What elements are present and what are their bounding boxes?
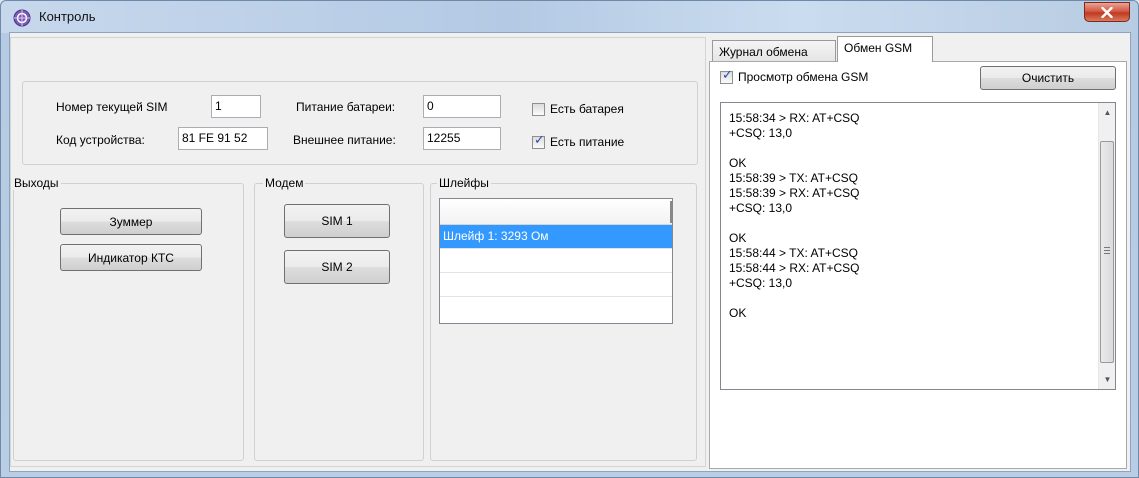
list-item[interactable] <box>440 249 672 273</box>
tab-exchange-log[interactable]: Журнал обмена <box>712 40 836 62</box>
vertical-scrollbar[interactable]: ▲ ▼ <box>1098 103 1115 389</box>
loops-legend: Шлейфы <box>437 176 491 190</box>
outputs-legend: Выходы <box>12 176 61 190</box>
device-code-field[interactable]: 81 FE 91 52 <box>178 127 268 150</box>
view-gsm-label: Просмотр обмена GSM <box>738 70 869 84</box>
sim-label: Номер текущей SIM <box>56 100 168 114</box>
list-item[interactable]: Шлейф 1: 3293 Ом <box>440 225 672 249</box>
panic-indicator-button[interactable]: Индикатор КТС <box>60 244 202 271</box>
gsm-tab-panel: Просмотр обмена GSM Очистить 15:58:34 > … <box>709 61 1127 469</box>
has-battery-label: Есть батарея <box>550 102 624 116</box>
device-code-label: Код устройства: <box>56 133 145 147</box>
gsm-log-textarea[interactable]: 15:58:34 > RX: AT+CSQ +CSQ: 13,0 OK 15:5… <box>720 102 1116 390</box>
external-power-field[interactable]: 12255 <box>423 127 501 150</box>
list-item[interactable] <box>440 273 672 297</box>
battery-power-field[interactable]: 0 <box>423 95 501 118</box>
client-area: Номер текущей SIM 1 Код устройства: 81 F… <box>9 32 1131 472</box>
view-gsm-checkbox[interactable]: Просмотр обмена GSM <box>720 68 869 84</box>
scroll-up-icon[interactable]: ▲ <box>1099 104 1116 121</box>
loops-list[interactable]: Шлейф 1: 3293 Ом <box>439 198 673 324</box>
clear-button[interactable]: Очистить <box>980 66 1116 90</box>
modem-legend: Модем <box>263 176 306 190</box>
app-window: Контроль Номер текущей SIM 1 Код устройс… <box>0 0 1139 478</box>
sim2-button[interactable]: SIM 2 <box>284 250 390 284</box>
scroll-thumb[interactable] <box>1100 141 1114 363</box>
close-button[interactable] <box>1084 2 1130 22</box>
sim-field[interactable]: 1 <box>211 95 261 118</box>
battery-power-label: Питание батареи: <box>296 100 396 114</box>
window-title: Контроль <box>39 9 96 24</box>
close-icon <box>1101 6 1113 18</box>
buzzer-button[interactable]: Зуммер <box>60 208 202 235</box>
title-bar[interactable]: Контроль <box>1 1 1138 33</box>
list-header[interactable] <box>440 199 672 225</box>
grip-icon <box>1104 247 1110 254</box>
checkbox-checked-icon <box>532 133 545 149</box>
checkbox-icon <box>532 102 545 116</box>
status-group <box>22 81 698 165</box>
has-battery-checkbox[interactable]: Есть батарея <box>532 102 624 116</box>
has-power-checkbox[interactable]: Есть питание <box>532 133 625 149</box>
checkbox-checked-icon <box>720 68 733 84</box>
gsm-log-text: 15:58:34 > RX: AT+CSQ +CSQ: 13,0 OK 15:5… <box>729 111 860 320</box>
list-item[interactable] <box>440 297 672 321</box>
app-icon <box>13 9 31 27</box>
tab-gsm-exchange[interactable]: Обмен GSM <box>837 36 933 62</box>
scroll-down-icon[interactable]: ▼ <box>1099 371 1116 388</box>
external-power-label: Внешнее питание: <box>293 133 396 147</box>
sim1-button[interactable]: SIM 1 <box>284 204 390 238</box>
has-power-label: Есть питание <box>550 135 625 149</box>
